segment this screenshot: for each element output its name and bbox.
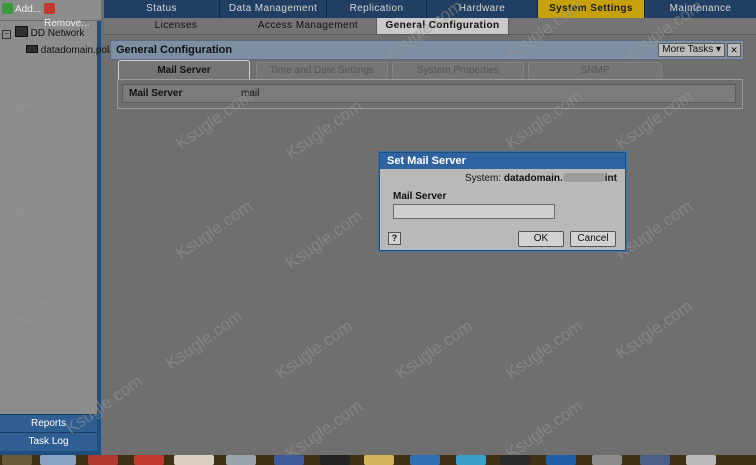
- watermark-text: Ksugle.com: [612, 296, 696, 363]
- start-button-icon[interactable]: [2, 455, 32, 465]
- app-taskbar-icon[interactable]: [320, 455, 350, 465]
- tab-data-management[interactable]: Data Management: [220, 0, 327, 18]
- watermark-text: Ksugle.com: [502, 396, 586, 463]
- app-taskbar-icon[interactable]: [274, 455, 304, 465]
- app-taskbar-icon[interactable]: [456, 455, 486, 465]
- dialog-field-label: Mail Server: [393, 191, 447, 202]
- mail-server-label: Mail Server: [129, 88, 183, 99]
- app-taskbar-icon[interactable]: [686, 455, 716, 465]
- add-icon: [2, 3, 13, 14]
- app-taskbar-icon[interactable]: [410, 455, 440, 465]
- subtab-general-configuration[interactable]: General Configuration: [376, 18, 509, 34]
- app-taskbar-icon[interactable]: [226, 455, 256, 465]
- tab-replication[interactable]: Replication: [327, 0, 427, 18]
- tree-root-label: DD Network: [30, 28, 85, 39]
- dialog-title-bar[interactable]: Set Mail Server: [380, 153, 625, 169]
- system-host-end: int: [604, 173, 617, 184]
- ok-button[interactable]: OK: [518, 231, 564, 247]
- mail-server-input[interactable]: [393, 204, 555, 219]
- watermark-text: Ksugle.com: [392, 316, 476, 383]
- more-tasks-button[interactable]: More Tasks ▾: [658, 43, 725, 57]
- cancel-button[interactable]: Cancel: [570, 231, 616, 247]
- subtab-licenses[interactable]: Licenses: [134, 18, 218, 34]
- tab-mail-server[interactable]: Mail Server: [118, 60, 250, 80]
- sub-nav: Licenses Access Management General Confi…: [104, 18, 756, 35]
- left-bottom-nav: Reports Task Log: [0, 414, 101, 455]
- panel-title: General Configuration: [116, 44, 233, 56]
- tab-hardware[interactable]: Hardware: [427, 0, 538, 18]
- explorer-taskbar-icon[interactable]: [364, 455, 394, 465]
- add-label: Add...: [15, 4, 42, 15]
- left-toolbar: Add... Remove...: [0, 0, 101, 29]
- app-taskbar-icon[interactable]: [174, 455, 214, 465]
- set-mail-server-dialog: Set Mail Server System: datadomain. int M…: [379, 152, 626, 251]
- tab-snmp[interactable]: SNMP: [528, 62, 662, 79]
- watermark-text: Ksugle.com: [162, 306, 246, 373]
- help-button[interactable]: ?: [388, 232, 401, 245]
- watermark-text: Ksugle.com: [272, 316, 356, 383]
- watermark-text: Ksugle.com: [172, 196, 256, 263]
- reports-button[interactable]: Reports: [0, 414, 97, 433]
- task-log-button[interactable]: Task Log: [0, 432, 97, 451]
- remove-icon: [44, 3, 55, 14]
- dialog-system-info: System: datadomain. int: [465, 173, 617, 184]
- tab-system-settings[interactable]: System Settings: [538, 0, 645, 18]
- network-icon: [14, 26, 28, 37]
- tree-item-label: datadomain.pola: [40, 45, 115, 56]
- collapse-icon[interactable]: −: [2, 30, 11, 39]
- add-button[interactable]: Add...: [2, 3, 41, 17]
- top-nav: Status Data Management Replication Hardw…: [104, 0, 756, 18]
- watermark-text: Ksugle.com: [282, 206, 366, 273]
- mail-server-value: mail: [241, 88, 260, 99]
- panel-header: General Configuration More Tasks ▾ ✕: [110, 40, 744, 60]
- remove-button[interactable]: Remove...: [44, 3, 101, 29]
- watermark-text: Ksugle.com: [502, 316, 586, 383]
- subtab-access-management[interactable]: Access Management: [250, 18, 366, 34]
- tab-system-properties[interactable]: System Properties: [392, 62, 524, 79]
- close-icon[interactable]: ✕: [727, 43, 741, 57]
- tab-status[interactable]: Status: [104, 0, 220, 18]
- app-taskbar-icon[interactable]: [88, 455, 118, 465]
- tree-root[interactable]: − DD Network: [2, 26, 84, 40]
- tab-content: Mail Server mail: [117, 79, 743, 109]
- app-taskbar-icon[interactable]: [640, 455, 670, 465]
- system-icon: [26, 45, 38, 53]
- app-taskbar-icon[interactable]: [500, 455, 530, 465]
- app-taskbar-icon[interactable]: [592, 455, 622, 465]
- network-tree: − DD Network datadomain.pola: [0, 22, 115, 412]
- config-tabs: Mail Server Time and Date Settings Syste…: [110, 60, 742, 80]
- system-host-start: datadomain.: [503, 173, 563, 184]
- ie-taskbar-icon[interactable]: [40, 455, 76, 465]
- chrome-taskbar-icon[interactable]: [134, 455, 164, 465]
- tree-item-datadomain[interactable]: datadomain.pola: [26, 44, 115, 58]
- outlook-taskbar-icon[interactable]: [546, 455, 576, 465]
- watermark-text: Ksugle.com: [282, 396, 366, 463]
- tab-maintenance[interactable]: Maintenance: [645, 0, 756, 18]
- tab-time-and-date[interactable]: Time and Date Settings: [256, 62, 388, 79]
- system-prefix: System:: [464, 173, 502, 184]
- redacted-hostname: [562, 173, 605, 182]
- os-taskbar: [0, 455, 756, 465]
- mail-server-row: Mail Server mail: [122, 84, 736, 103]
- dialog-title: Set Mail Server: [387, 155, 466, 167]
